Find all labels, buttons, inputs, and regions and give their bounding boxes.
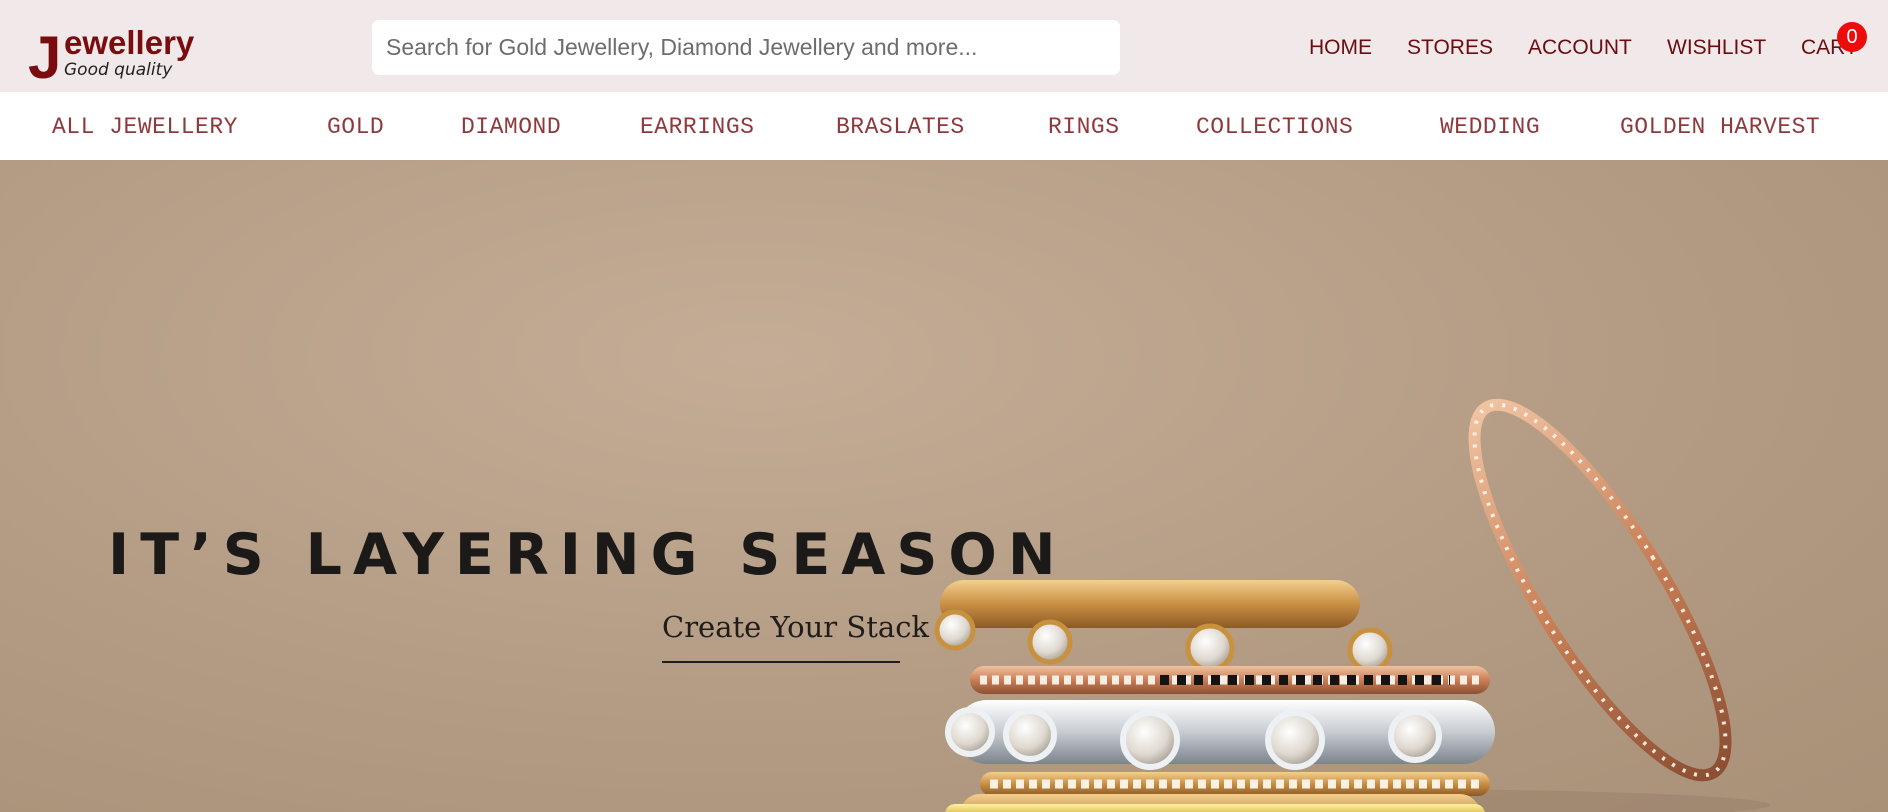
nav-wishlist-link[interactable]: WISHLIST <box>1667 36 1766 60</box>
category-earrings[interactable]: EARRINGS <box>640 114 754 140</box>
nav-stores-link[interactable]: STORES <box>1407 36 1493 60</box>
nav-account-link[interactable]: ACCOUNT <box>1528 36 1632 60</box>
hero-banner: IT’S LAYERING SEASON Create Your Stack <box>0 160 1888 812</box>
category-collections[interactable]: COLLECTIONS <box>1196 114 1353 140</box>
category-gold[interactable]: GOLD <box>327 114 384 140</box>
nav-home-link[interactable]: HOME <box>1309 36 1372 60</box>
category-all-jewellery[interactable]: ALL JEWELLERY <box>52 114 238 140</box>
category-golden-harvest[interactable]: GOLDEN HARVEST <box>1620 114 1820 140</box>
top-nav: HOME STORES ACCOUNT WISHLIST CART <box>0 36 1888 62</box>
top-header: J ewellery Good quality HOME STORES ACCO… <box>0 0 1888 92</box>
category-braslates[interactable]: BRASLATES <box>836 114 965 140</box>
stacked-rings-image <box>934 398 1770 812</box>
cta-underline <box>662 661 900 663</box>
category-diamond[interactable]: DIAMOND <box>461 114 561 140</box>
logo-tagline: Good quality <box>64 60 173 80</box>
cart-count-badge: 0 <box>1837 22 1867 52</box>
create-stack-link[interactable]: Create Your Stack <box>662 610 929 644</box>
category-nav: ALL JEWELLERY GOLD DIAMOND EARRINGS BRAS… <box>0 92 1888 160</box>
category-wedding[interactable]: WEDDING <box>1440 114 1540 140</box>
category-rings[interactable]: RINGS <box>1048 114 1120 140</box>
